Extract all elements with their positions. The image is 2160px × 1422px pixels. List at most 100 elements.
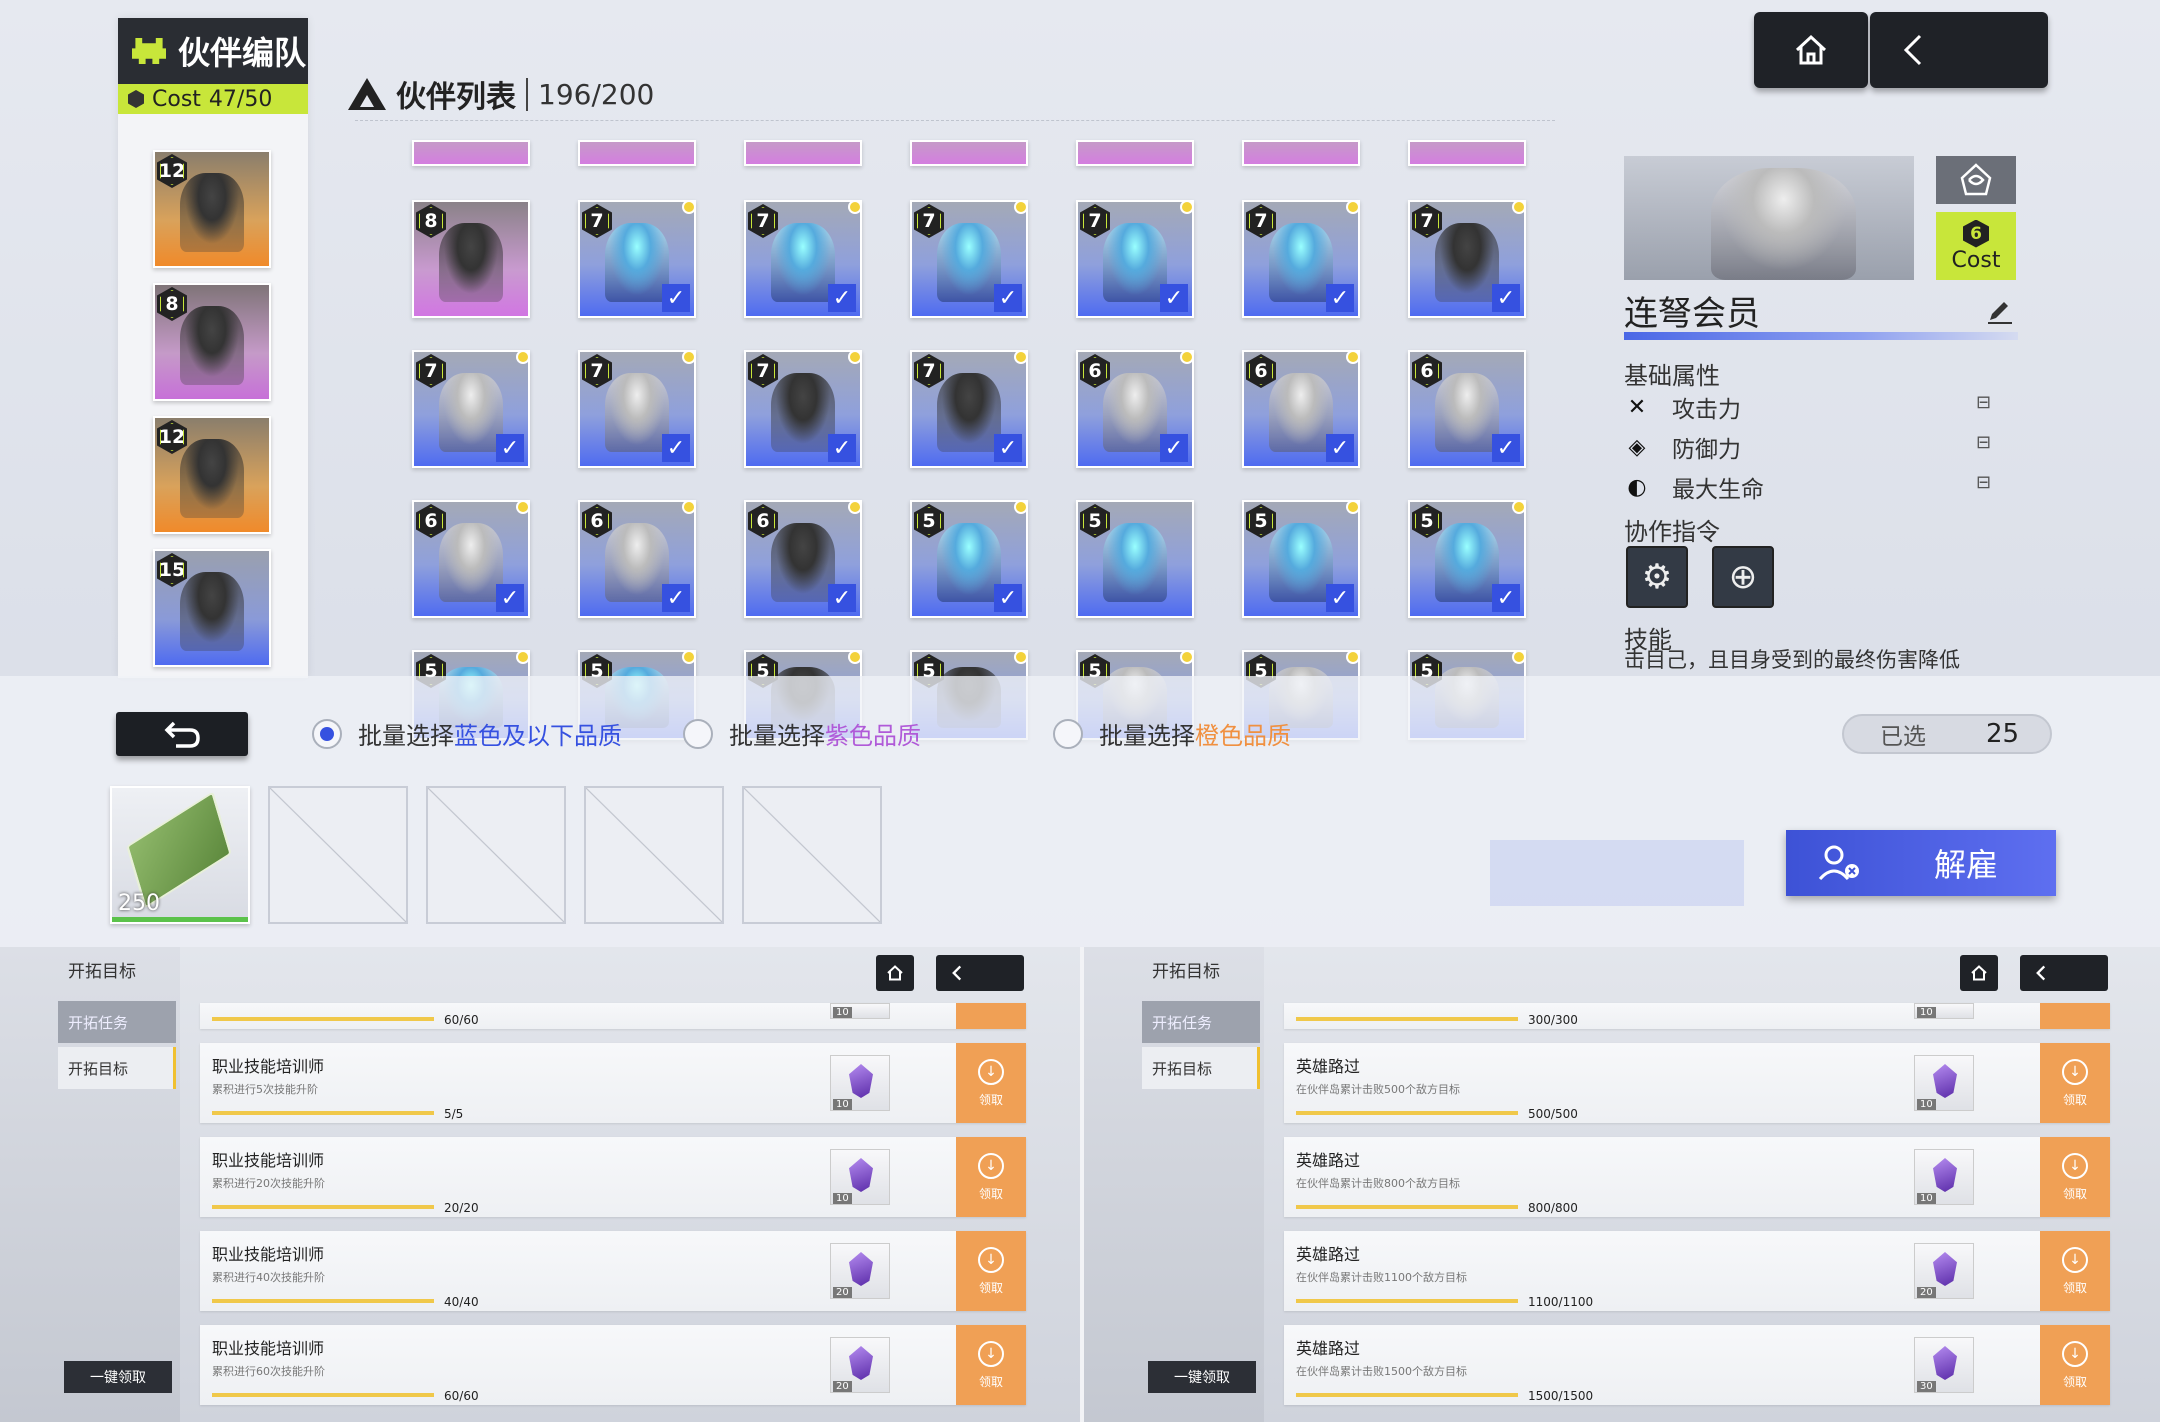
chevron-left-icon xyxy=(2036,965,2046,981)
task-panel: 开拓目标 开拓任务 开拓目标 一键领取 60/60 10 职业技能培训师 累积进行5次技能升阶… xyxy=(0,947,1080,1422)
partner-card[interactable]: 5 ✓ xyxy=(1408,500,1526,618)
partner-card[interactable]: 6 ✓ xyxy=(744,500,862,618)
coop-skill-1[interactable]: ⚙ xyxy=(1626,546,1688,608)
tab-tasks[interactable]: 开拓任务 xyxy=(1142,1001,1260,1043)
reward-num: 10 xyxy=(833,1099,852,1110)
partner-card[interactable]: 7 ✓ xyxy=(578,200,696,318)
batch-select-orange[interactable]: 批量选择橙色品质 xyxy=(1053,716,1291,751)
partner-card[interactable]: 7 ✓ xyxy=(744,350,862,468)
new-dot-icon xyxy=(1180,652,1192,664)
undo-button[interactable] xyxy=(116,712,248,756)
reward-item-cash[interactable]: 250 xyxy=(110,786,250,924)
claim-button[interactable]: ↓ 领取 xyxy=(2040,1231,2110,1311)
batch-select-blue[interactable]: 批量选择蓝色及以下品质 xyxy=(312,716,622,751)
quest-row: 英雄路过 在伙伴岛累计击败800个敌方目标 800/800 10 ↓ 领取 xyxy=(1284,1137,2110,1217)
task-panel: 开拓目标 开拓任务 开拓目标 一键领取 300/300 10 英雄路过 在伙伴岛累计击败500… xyxy=(1084,947,2160,1422)
reward-num: 20 xyxy=(833,1287,852,1298)
claim-button[interactable]: ↓ 领取 xyxy=(956,1043,1026,1123)
partner-card-partial[interactable] xyxy=(910,140,1028,166)
partner-card[interactable]: 6 ✓ xyxy=(1408,350,1526,468)
partner-card-partial[interactable] xyxy=(578,140,696,166)
back-button[interactable] xyxy=(1870,12,2048,88)
claim-button[interactable]: ↓ 领取 xyxy=(956,1231,1026,1311)
back-button[interactable] xyxy=(936,955,1024,991)
quest-desc: 在伙伴岛累计击败1500个敌方目标 xyxy=(1296,1365,1467,1378)
claim-button[interactable]: ↓ 领取 xyxy=(956,1325,1026,1405)
partner-card[interactable]: 7 ✓ xyxy=(412,350,530,468)
reward-qty: 250 xyxy=(118,891,160,916)
partner-card[interactable]: 7 ✓ xyxy=(1408,200,1526,318)
home-button[interactable] xyxy=(876,955,914,991)
team-slot[interactable]: 12 xyxy=(153,150,271,268)
claim-button[interactable]: ↓ 领取 xyxy=(2040,1325,2110,1405)
claim-label: 领取 xyxy=(2062,1186,2087,1201)
partner-card[interactable]: 7 ✓ xyxy=(1242,200,1360,318)
claim-all-button[interactable]: 一键领取 xyxy=(64,1361,172,1393)
partner-card[interactable]: 5 xyxy=(1076,500,1194,618)
partner-card-partial[interactable] xyxy=(1242,140,1360,166)
partner-card[interactable]: 7 ✓ xyxy=(1076,200,1194,318)
claim-button[interactable]: ↓ 领取 xyxy=(956,1137,1026,1217)
claim-label: 领取 xyxy=(978,1280,1003,1295)
reward-num: 10 xyxy=(833,1193,852,1204)
selected-count-pill: 已选 25 xyxy=(1842,714,2052,754)
target-icon: ⊕ xyxy=(1728,557,1758,597)
checkmark-icon: ✓ xyxy=(994,284,1022,312)
team-slot[interactable]: 12 xyxy=(153,416,271,534)
radio-blue[interactable] xyxy=(312,718,342,749)
team-slot[interactable]: 8 xyxy=(153,283,271,401)
batch-purple-prefix: 批量选择 xyxy=(729,722,825,750)
partner-card[interactable]: 5 ✓ xyxy=(1242,500,1360,618)
coop-skill-2[interactable]: ⊕ xyxy=(1712,546,1774,608)
selected-label: 已选 xyxy=(1880,724,1926,750)
reward-num: 20 xyxy=(1917,1287,1936,1298)
checkmark-icon: ✓ xyxy=(1492,584,1520,612)
partner-card[interactable]: 6 ✓ xyxy=(1076,350,1194,468)
edit-icon[interactable] xyxy=(1984,296,2014,326)
partner-card[interactable]: 8 xyxy=(412,200,530,318)
reward-slot-empty xyxy=(584,786,724,924)
tab-tasks[interactable]: 开拓任务 xyxy=(58,1001,176,1043)
partner-card[interactable]: 7 ✓ xyxy=(910,350,1028,468)
quest-row: 英雄路过 在伙伴岛累计击败500个敌方目标 500/500 10 ↓ 领取 xyxy=(1284,1043,2110,1123)
level-badge: 6 xyxy=(582,504,612,538)
partner-card-partial[interactable] xyxy=(744,140,862,166)
home-button[interactable] xyxy=(1754,12,1868,88)
partner-card[interactable]: 7 ✓ xyxy=(744,200,862,318)
batch-select-purple[interactable]: 批量选择紫色品质 xyxy=(683,716,921,751)
progress-text: 5/5 xyxy=(444,1107,464,1121)
claim-label: 领取 xyxy=(978,1186,1003,1201)
claim-button[interactable]: ↓ 领取 xyxy=(2040,1043,2110,1123)
claim-all-button[interactable]: 一键领取 xyxy=(1148,1361,1256,1393)
partner-figure xyxy=(1103,372,1167,453)
partner-card[interactable]: 6 ✓ xyxy=(412,500,530,618)
reward-slot-empty xyxy=(742,786,882,924)
partner-card[interactable]: 6 ✓ xyxy=(1242,350,1360,468)
radio-orange[interactable] xyxy=(1053,718,1083,749)
download-icon: ↓ xyxy=(2062,1058,2088,1085)
team-slot[interactable]: 15 xyxy=(153,549,271,667)
claim-button[interactable]: ↓ 领取 xyxy=(2040,1137,2110,1217)
partner-card[interactable]: 7 ✓ xyxy=(910,200,1028,318)
attr-label: 最大生命 xyxy=(1672,477,1764,503)
new-dot-icon xyxy=(1014,352,1026,364)
home-button[interactable] xyxy=(1960,955,1998,991)
tab-goals[interactable]: 开拓目标 xyxy=(58,1047,176,1089)
partner-card[interactable]: 5 ✓ xyxy=(910,500,1028,618)
claim-button[interactable] xyxy=(956,1003,1026,1029)
partner-card[interactable]: 7 ✓ xyxy=(578,350,696,468)
partner-cost-badge: 6 Cost xyxy=(1936,212,2016,280)
radio-purple[interactable] xyxy=(683,718,713,749)
progress-bar xyxy=(212,1017,434,1021)
reward-num: 10 xyxy=(1917,1007,1936,1018)
claim-button[interactable] xyxy=(2040,1003,2110,1029)
dismiss-button[interactable]: 解雇 xyxy=(1786,830,2056,896)
back-button[interactable] xyxy=(2020,955,2108,991)
checkmark-icon: ✓ xyxy=(1160,434,1188,462)
partner-card-partial[interactable] xyxy=(1408,140,1526,166)
partner-card-partial[interactable] xyxy=(1076,140,1194,166)
download-icon: ↓ xyxy=(2062,1340,2088,1367)
tab-goals[interactable]: 开拓目标 xyxy=(1142,1047,1260,1089)
partner-card-partial[interactable] xyxy=(412,140,530,166)
partner-card[interactable]: 6 ✓ xyxy=(578,500,696,618)
